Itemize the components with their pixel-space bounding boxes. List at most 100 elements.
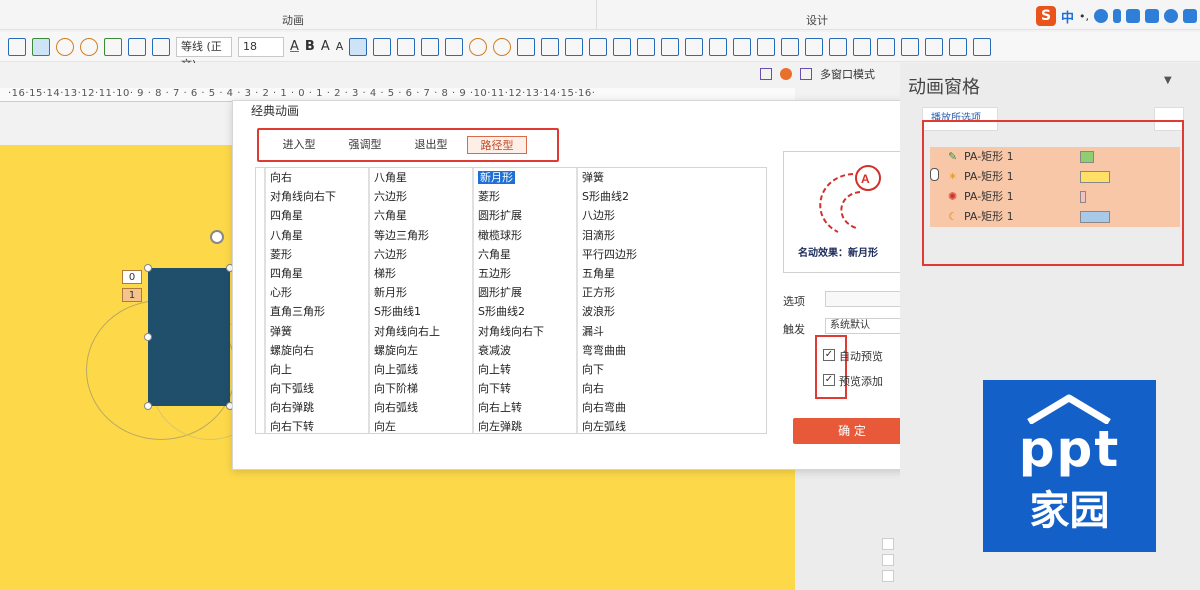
shirt-icon[interactable] — [1183, 9, 1198, 23]
path-list-item[interactable]: 菱形 — [472, 187, 576, 207]
path-list-item[interactable]: 向下弧线 — [264, 379, 368, 399]
path-list-item[interactable]: 心形 — [264, 283, 368, 303]
path-list-item[interactable]: 螺旋向左 — [368, 340, 472, 360]
mini-button[interactable] — [882, 554, 894, 566]
font-color-button[interactable]: A — [290, 39, 299, 54]
ime-lang-label[interactable]: 中 — [1061, 7, 1074, 26]
grow-font-button[interactable]: A — [321, 39, 330, 54]
align-center-icon[interactable] — [373, 37, 392, 56]
path-list-item[interactable]: 向上转 — [472, 359, 576, 380]
shrink-font-button[interactable]: A — [336, 40, 344, 53]
animation-item[interactable]: ☾ PA-矩形 1 — [930, 207, 1180, 227]
fragment-icon[interactable] — [901, 37, 920, 56]
intersect-icon[interactable] — [925, 37, 944, 56]
more-icon[interactable] — [973, 37, 992, 56]
animation-item[interactable]: ✶ PA-矩形 1 — [930, 167, 1180, 187]
path-list-item[interactable]: 平行四边形 — [576, 244, 680, 264]
path-list-item[interactable]: 弯弯曲曲 — [576, 340, 680, 360]
path-list-item[interactable]: 衰减波 — [472, 340, 576, 360]
fill-icon[interactable] — [469, 37, 488, 56]
path-list-item[interactable]: 等边三角形 — [368, 225, 472, 245]
path-list-item[interactable]: 对角线向右下 — [472, 321, 576, 341]
ok-button[interactable]: 确 定 — [793, 418, 911, 444]
crop-icon[interactable] — [781, 37, 800, 56]
group-icon[interactable] — [565, 37, 584, 56]
table-icon[interactable] — [32, 37, 50, 56]
path-list-item[interactable]: 五边形 — [472, 263, 576, 284]
path-list-item[interactable]: 向上弧线 — [368, 359, 472, 380]
animation-order-tag[interactable]: 1 — [122, 288, 142, 302]
timing-bar[interactable] — [1080, 191, 1086, 203]
path-list-item[interactable]: 向左弧线 — [576, 417, 680, 433]
align-left-icon[interactable] — [349, 37, 368, 56]
path-list-item[interactable]: 对角线向右上 — [368, 321, 472, 341]
tab-emphasis[interactable]: 强调型 — [335, 136, 395, 154]
bring-forward-icon[interactable] — [613, 37, 632, 56]
path-list-item[interactable]: 新月形 — [368, 283, 472, 303]
path-list-item[interactable]: 向右上转 — [472, 398, 576, 418]
align-right-icon[interactable] — [397, 37, 416, 56]
path-list-item[interactable]: 弹簧 — [264, 321, 368, 341]
tab-entrance[interactable]: 进入型 — [269, 136, 329, 154]
effects-icon[interactable] — [541, 37, 560, 56]
rectangle-shape[interactable] — [148, 268, 230, 406]
pin-icon[interactable] — [760, 68, 772, 80]
path-list-item[interactable]: 正方形 — [576, 283, 680, 303]
path-list-item[interactable]: 向上 — [264, 359, 368, 380]
keyboard-icon[interactable] — [1126, 9, 1141, 23]
path-list-item[interactable]: 漏斗 — [576, 321, 680, 341]
path-list-item[interactable]: 四角星 — [264, 206, 368, 226]
align-objects-icon[interactable] — [661, 37, 680, 56]
window-icon[interactable] — [800, 68, 812, 80]
path-list-item[interactable]: 向下转 — [472, 379, 576, 399]
pane-menu-icon[interactable]: ▼ — [1164, 75, 1172, 86]
path-list-item[interactable]: 向右弧线 — [368, 398, 472, 418]
ungroup-icon[interactable] — [589, 37, 608, 56]
path-list-item[interactable]: 六边形 — [368, 244, 472, 264]
path-list-item[interactable]: S形曲线2 — [576, 187, 680, 207]
path-list-item[interactable]: 泪滴形 — [576, 225, 680, 245]
animation-item[interactable]: ✎ PA-矩形 1 — [930, 147, 1180, 167]
font-name-select[interactable]: 等线 (正文) — [176, 36, 232, 71]
union-icon[interactable] — [853, 37, 872, 56]
path-list-item[interactable]: 新月形 — [472, 168, 576, 188]
timing-bar[interactable] — [1080, 211, 1110, 223]
bold-button[interactable]: B — [305, 39, 315, 54]
char-spacing-icon[interactable] — [421, 37, 440, 56]
path-list-item[interactable]: 圆形扩展 — [472, 283, 576, 303]
timing-bar[interactable] — [1080, 171, 1110, 183]
arrange-icon[interactable] — [733, 37, 752, 56]
send-backward-icon[interactable] — [637, 37, 656, 56]
format-painter-icon[interactable] — [805, 37, 824, 56]
animation-item[interactable]: ✺ PA-矩形 1 — [930, 187, 1180, 207]
option-select[interactable] — [825, 291, 911, 307]
rotate-handle-icon[interactable] — [210, 230, 224, 244]
resize-handle[interactable] — [144, 333, 152, 341]
path-list-item[interactable]: 六边形 — [368, 187, 472, 207]
path-list-item[interactable]: S形曲线2 — [472, 302, 576, 322]
path-list-item[interactable]: 八边形 — [576, 206, 680, 226]
path-list-item[interactable]: 向右弯曲 — [576, 398, 680, 418]
mini-button[interactable] — [882, 538, 894, 550]
tab-path[interactable]: 路径型 — [467, 136, 527, 154]
path-list-item[interactable]: 波浪形 — [576, 302, 680, 322]
path-list-item[interactable]: 八角星 — [264, 225, 368, 245]
emoji-icon[interactable] — [1094, 9, 1109, 23]
star-icon[interactable] — [80, 37, 98, 56]
multi-window-label[interactable]: 多窗口模式 — [820, 66, 875, 82]
line-spacing-icon[interactable] — [445, 37, 464, 56]
path-list-item[interactable]: 直角三角形 — [264, 302, 368, 322]
rotate-icon[interactable] — [685, 37, 704, 56]
path-list-item[interactable]: 向下阶梯 — [368, 379, 472, 399]
instant-add-checkbox[interactable]: ✓ — [823, 374, 835, 386]
mini-button[interactable] — [882, 570, 894, 582]
distribute-icon[interactable] — [757, 37, 776, 56]
path-list-item[interactable]: S形曲线1 — [368, 302, 472, 322]
path-list-item[interactable]: 弹簧 — [576, 168, 680, 188]
timing-bar[interactable] — [1080, 151, 1094, 163]
font-size-select[interactable]: 18 — [238, 36, 284, 57]
textbox-icon[interactable] — [8, 37, 26, 56]
path-list-item[interactable]: 对角线向右下 — [264, 187, 368, 207]
multi-window-toolbar[interactable]: 多窗口模式 — [760, 64, 875, 84]
fill-color-icon[interactable] — [493, 37, 512, 56]
